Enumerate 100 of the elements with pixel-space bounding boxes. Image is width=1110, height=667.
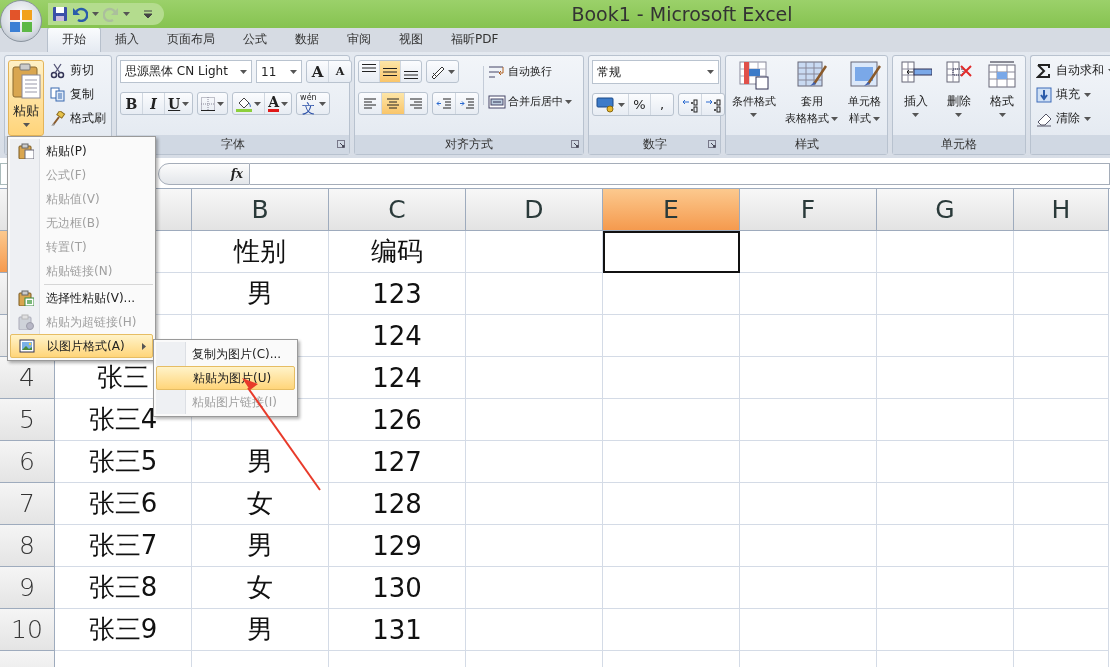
column-header[interactable]: B <box>192 189 329 231</box>
redo-icon <box>103 6 119 22</box>
table-cell: 124 <box>329 357 466 399</box>
row-header[interactable]: 4 <box>0 357 55 399</box>
row-header[interactable]: 8 <box>0 525 55 567</box>
menu-item[interactable]: 粘贴(P) <box>10 139 153 163</box>
currency-button[interactable] <box>593 94 629 115</box>
format-as-table-button[interactable]: 套用 表格格式 <box>784 60 840 135</box>
menu-item[interactable]: 选择性粘贴(V)... <box>10 286 153 310</box>
table-cell: 男 <box>192 525 329 567</box>
column-header[interactable]: F <box>740 189 877 231</box>
caret-icon <box>92 12 99 16</box>
table-cell: 123 <box>329 273 466 315</box>
borders-icon <box>201 96 216 111</box>
column-header[interactable]: G <box>877 189 1014 231</box>
ribbon-tab[interactable]: 审阅 <box>333 28 385 52</box>
caret-icon <box>290 69 297 74</box>
format-cells-button[interactable]: 格式 <box>985 60 1020 135</box>
row-header[interactable]: 5 <box>0 399 55 441</box>
percent-button[interactable]: % <box>629 94 651 115</box>
row-header[interactable]: 7 <box>0 483 55 525</box>
grow-font-button[interactable]: A <box>307 61 329 82</box>
insert-cells-button[interactable]: 插入 <box>898 60 933 135</box>
dialog-launcher-icon[interactable] <box>708 140 716 148</box>
clipboard-icon <box>18 314 34 330</box>
align-bottom-icon <box>404 71 418 79</box>
table-cell: 男 <box>192 273 329 315</box>
decrease-indent-button[interactable] <box>433 93 456 114</box>
row-header[interactable]: 9 <box>0 567 55 609</box>
caret-icon <box>448 69 455 74</box>
font-color-button[interactable]: A <box>265 93 292 114</box>
column-header[interactable]: H <box>1014 189 1109 231</box>
caret-icon <box>618 102 625 107</box>
table-cell: 张三9 <box>55 609 192 651</box>
conditional-formatting-button[interactable]: 条件格式 <box>730 60 777 135</box>
window-title: Book1 - Microsoft Excel <box>570 3 794 25</box>
formula-input[interactable] <box>250 163 1110 185</box>
ribbon-tab[interactable]: 视图 <box>385 28 437 52</box>
font-size-field[interactable]: 11 <box>256 60 302 83</box>
phonetic-button[interactable]: wén 文 <box>297 93 329 114</box>
save-icon[interactable] <box>52 6 68 22</box>
ribbon-tab[interactable]: 公式 <box>229 28 281 52</box>
bold-button[interactable]: B <box>121 93 143 114</box>
merge-center-button[interactable]: 合并后居中 <box>488 91 574 112</box>
insert-function-button[interactable]: fx <box>230 167 243 181</box>
dialog-launcher-icon[interactable] <box>337 140 345 148</box>
format-painter-button[interactable]: 格式刷 <box>48 108 108 129</box>
group-label: 对齐方式 <box>445 136 493 153</box>
shrink-font-button[interactable]: A <box>329 61 351 82</box>
group-label: 字体 <box>221 136 245 153</box>
ribbon-tab[interactable]: 福昕PDF <box>437 28 513 52</box>
caret-icon <box>281 101 289 106</box>
copy-button[interactable]: 复制 <box>48 84 108 105</box>
caret-icon <box>565 99 572 104</box>
grid-brush-icon <box>848 60 881 90</box>
row-header[interactable]: 10 <box>0 609 55 651</box>
clear-button[interactable]: 清除 <box>1034 108 1110 129</box>
cell-styles-button[interactable]: 单元格 样式 <box>847 60 883 135</box>
cut-button[interactable]: 剪切 <box>48 60 108 81</box>
comma-button[interactable]: , <box>651 94 673 115</box>
italic-button[interactable]: I <box>143 93 165 114</box>
align-middle-icon <box>383 67 397 76</box>
menu-item: 粘贴为超链接(H) <box>10 310 153 334</box>
fill-button[interactable]: 填充 <box>1034 84 1110 105</box>
fill-color-button[interactable] <box>233 93 266 114</box>
align-top-icon <box>362 64 376 72</box>
caret-icon <box>123 12 130 16</box>
group-label: 样式 <box>794 136 819 153</box>
customize-caret-icon[interactable] <box>144 10 152 18</box>
undo-icon[interactable] <box>72 6 88 22</box>
table-cell: 126 <box>329 399 466 441</box>
dialog-launcher-icon[interactable] <box>571 140 579 148</box>
ribbon-tab[interactable]: 开始 <box>47 27 101 52</box>
wrap-text-button[interactable]: 自动换行 <box>488 61 574 82</box>
number-format-field[interactable]: 常规 <box>592 60 719 84</box>
underline-button[interactable]: U <box>165 93 193 114</box>
pinyin-text: wén <box>300 92 317 102</box>
table-cell: 张三7 <box>55 525 192 567</box>
ribbon-tab[interactable]: 页面布局 <box>153 28 229 52</box>
font-name-field[interactable]: 思源黑体 CN Light <box>120 60 252 83</box>
table-cell: 女 <box>192 567 329 609</box>
caret-icon <box>750 113 758 117</box>
column-header[interactable]: C <box>329 189 466 231</box>
ribbon-tab[interactable]: 插入 <box>101 28 153 52</box>
caret-icon <box>254 101 262 106</box>
ribbon-tab[interactable]: 数据 <box>281 28 333 52</box>
paste-button[interactable]: 粘贴 <box>8 60 44 136</box>
sigma-icon <box>1036 62 1052 79</box>
column-header[interactable]: D <box>466 189 603 231</box>
menu-item[interactable]: 以图片格式(A) <box>10 334 153 358</box>
caret-icon <box>1084 92 1091 97</box>
column-header[interactable]: E <box>603 189 740 231</box>
center-align-button[interactable] <box>382 93 405 114</box>
table-cell: 128 <box>329 483 466 525</box>
caret-icon <box>831 116 839 121</box>
delete-cells-button[interactable]: 删除 <box>942 60 976 135</box>
middle-align-button[interactable] <box>380 61 401 82</box>
active-cell[interactable] <box>603 231 740 273</box>
autosum-button[interactable]: 自动求和 <box>1034 60 1110 81</box>
row-header[interactable]: 6 <box>0 441 55 483</box>
